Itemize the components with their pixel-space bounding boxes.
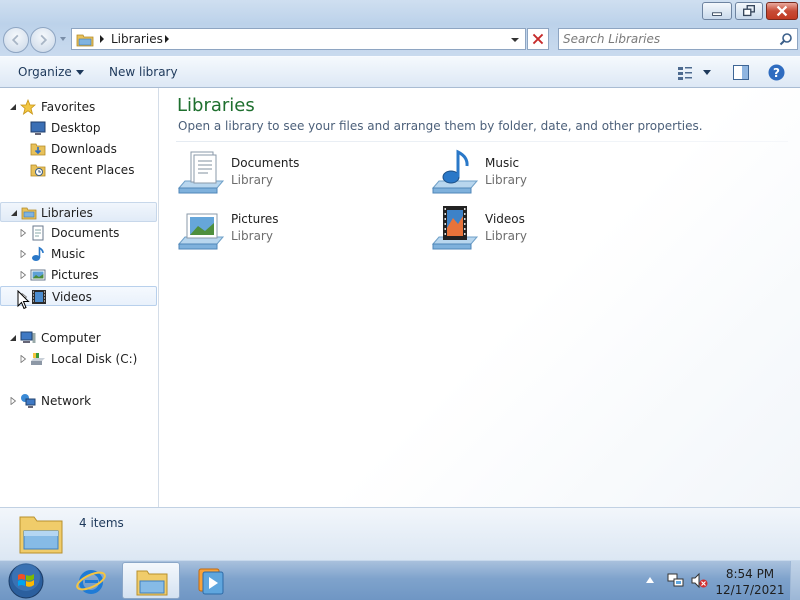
nav-music[interactable]: Music [0,244,157,264]
chevron-down-icon [75,70,84,75]
content-pane: Libraries Open a library to see your fil… [160,88,800,507]
library-documents[interactable]: Documents Library [177,148,417,198]
nav-pictures[interactable]: Pictures [0,265,157,285]
videos-library-icon [431,206,479,250]
breadcrumb-separator-icon[interactable] [98,34,106,44]
help-icon[interactable]: ? [768,64,785,81]
svg-text:?: ? [773,66,780,80]
collapsed-arrow-icon[interactable] [9,397,17,405]
new-library-button[interactable]: New library [109,65,178,79]
breadcrumb-chevron-icon[interactable] [163,34,171,44]
show-desktop-button[interactable] [790,561,800,600]
recent-places-icon [30,164,46,177]
documents-library-icon [177,151,225,194]
pictures-icon [30,269,46,281]
view-options-dropdown-icon[interactable] [703,70,711,75]
windows-explorer-icon [136,570,168,596]
clock-date: 12/17/2021 [715,583,785,597]
back-button[interactable] [3,27,29,53]
taskbar: 8:54 PM 12/17/2021 [0,560,800,600]
desktop-icon [30,121,46,135]
forward-button[interactable] [30,27,56,53]
search-icon[interactable] [779,32,793,46]
nav-network[interactable]: Network [0,391,157,411]
change-view-icon[interactable] [677,66,693,80]
system-clock[interactable]: 8:54 PM 12/17/2021 [714,566,786,598]
restore-button[interactable] [735,2,763,20]
search-input[interactable] [563,31,773,47]
minimize-button[interactable] [702,2,732,20]
search-box[interactable] [558,28,798,50]
page-subtitle: Open a library to see your files and arr… [178,119,703,133]
close-icon [776,5,788,17]
clock-time: 8:54 PM [725,567,775,581]
nav-favorites[interactable]: Favorites [0,97,157,117]
stop-button[interactable] [527,28,549,50]
address-bar[interactable]: Libraries [71,28,526,50]
taskbar-windows-explorer[interactable] [122,562,180,599]
collapsed-arrow-icon[interactable] [19,271,27,279]
nav-recent-places[interactable]: Recent Places [0,160,157,180]
recent-pages-dropdown-icon[interactable] [58,34,68,44]
expanded-arrow-icon[interactable] [10,209,18,217]
title-bar [0,0,800,24]
libraries-icon [76,34,94,47]
media-player-icon [198,568,224,595]
libraries-folder-icon [19,516,63,554]
expanded-arrow-icon[interactable] [9,334,17,342]
music-note-icon [32,246,44,261]
mouse-pointer-icon [17,290,30,310]
organize-label: Organize [18,65,72,79]
nav-desktop[interactable]: Desktop [0,118,157,138]
page-title: Libraries [177,95,255,116]
music-library-icon [431,149,479,194]
downloads-folder-icon [30,143,46,156]
forward-arrow-icon [40,34,48,46]
volume-muted-icon[interactable] [691,572,708,589]
breadcrumb-libraries[interactable]: Libraries [111,32,163,46]
back-arrow-icon [11,34,19,46]
nav-computer[interactable]: Computer [0,328,157,348]
collapsed-arrow-icon[interactable] [19,229,27,237]
start-button-windows-logo-icon[interactable] [7,562,45,600]
collapsed-arrow-icon[interactable] [19,250,27,258]
address-row: Libraries [0,24,800,56]
minimize-icon [712,12,722,16]
nav-libraries[interactable]: Libraries [0,202,157,222]
local-disk-icon [31,353,45,365]
documents-icon [32,225,44,241]
videos-filmstrip-icon [32,290,46,304]
taskbar-internet-explorer[interactable] [62,562,120,599]
network-icon [21,394,36,408]
command-bar: Organize New library ? [0,56,800,88]
network-status-icon[interactable] [667,572,684,589]
restore-icon [743,5,755,17]
collapsed-arrow-icon[interactable] [19,355,27,363]
nav-documents[interactable]: Documents [0,223,157,243]
taskbar-windows-media-player[interactable] [182,562,240,599]
library-pictures[interactable]: Pictures Library [177,204,417,254]
library-music[interactable]: Music Library [431,148,671,198]
close-button[interactable] [766,2,798,20]
expanded-arrow-icon[interactable] [9,103,17,111]
computer-icon [20,331,36,343]
organize-button[interactable]: Organize [18,65,84,79]
details-pane: 4 items [0,507,800,560]
internet-explorer-icon [76,570,106,594]
address-history-dropdown-icon[interactable] [509,35,521,45]
close-x-icon [532,33,544,45]
header-divider [176,141,788,142]
libraries-icon [21,207,37,220]
item-count: 4 items [79,516,124,530]
nav-downloads[interactable]: Downloads [0,139,157,159]
show-hidden-icons-icon[interactable] [646,577,654,583]
favorites-star-icon [20,99,36,115]
nav-local-disk[interactable]: Local Disk (C:) [0,349,157,369]
preview-pane-icon[interactable] [733,65,749,80]
library-videos[interactable]: Videos Library [431,204,671,254]
pictures-library-icon [177,213,225,250]
